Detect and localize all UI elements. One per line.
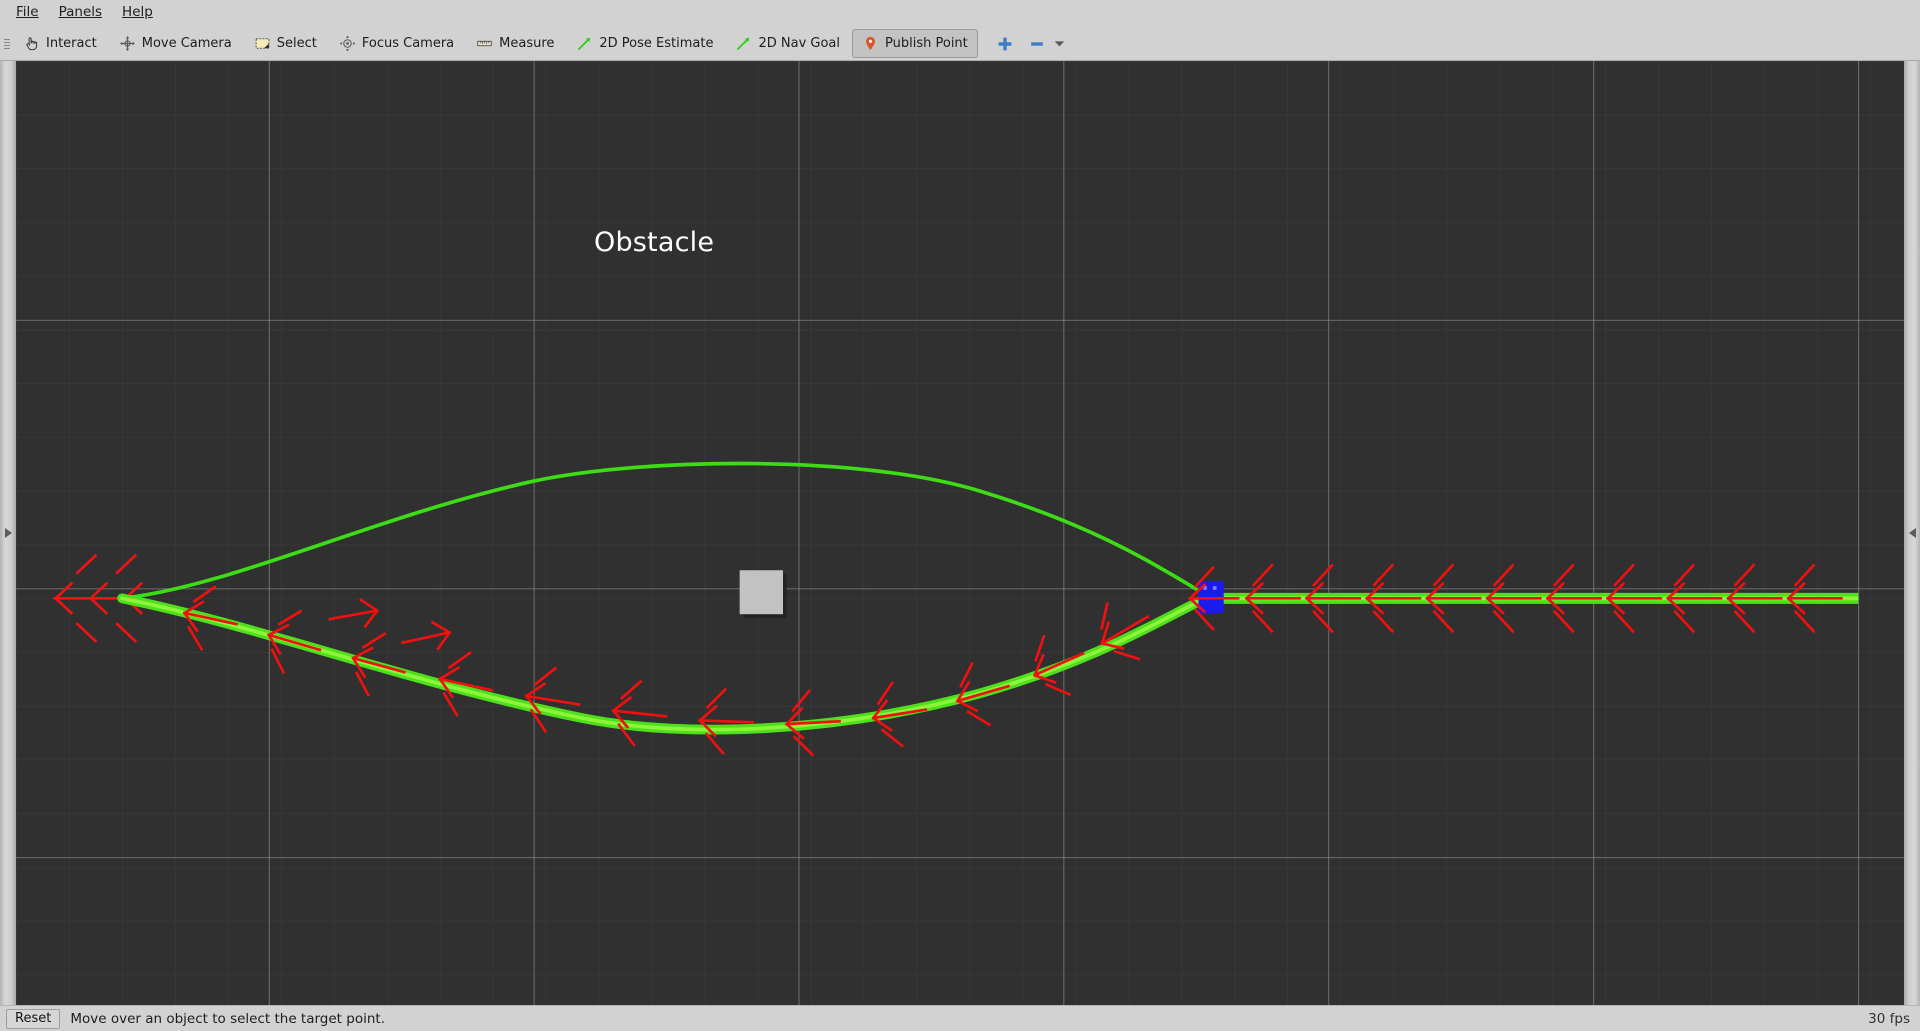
fps-counter: 30 fps	[1868, 1010, 1910, 1027]
green-arrow-icon	[578, 37, 591, 50]
expand-right-panel-icon	[1908, 528, 1916, 538]
toolbar-drag-handle[interactable]	[2, 33, 12, 55]
robot-marker-highlight-2	[1212, 586, 1217, 590]
tool-move-camera-label: Move Camera	[141, 36, 232, 51]
remove-tool-button[interactable]	[1023, 30, 1051, 58]
status-bar: Reset Move over an object to select the …	[0, 1005, 1920, 1031]
status-message: Move over an object to select the target…	[70, 1010, 385, 1027]
right-panel-splitter[interactable]	[1904, 61, 1920, 1005]
move-camera-icon	[119, 36, 135, 51]
tool-focus-camera[interactable]: Focus Camera	[329, 29, 464, 58]
ruler-icon	[477, 40, 492, 47]
tool-interact[interactable]: Interact	[13, 29, 107, 58]
obstacle-box	[739, 570, 783, 615]
tool-interact-label: Interact	[46, 36, 97, 51]
left-panel-splitter[interactable]	[0, 61, 16, 1005]
render-view-canvas	[16, 61, 1904, 1005]
minus-icon	[1030, 41, 1043, 46]
tool-select[interactable]: Select	[244, 29, 327, 58]
tool-publish-point[interactable]: Publish Point	[852, 29, 978, 58]
tool-2d-pose-estimate-label: 2D Pose Estimate	[599, 36, 714, 51]
menu-file-label: File	[16, 4, 39, 21]
focus-camera-icon	[339, 35, 356, 52]
hand-pointer-icon	[26, 37, 38, 51]
plus-icon	[998, 37, 1012, 50]
tool-focus-camera-label: Focus Camera	[361, 36, 455, 51]
rviz-window: File Panels Help Interact Move Camera Se…	[0, 0, 1920, 1031]
map-pin-icon	[866, 36, 876, 51]
menu-help[interactable]: Help	[112, 3, 163, 23]
menu-panels-label: Panels	[58, 4, 103, 21]
chevron-down-icon	[1055, 41, 1065, 47]
reset-button[interactable]: Reset	[6, 1008, 61, 1029]
center-area: Obstacle	[0, 61, 1920, 1005]
tool-2d-pose-estimate[interactable]: 2D Pose Estimate	[566, 29, 723, 58]
menu-file[interactable]: File	[6, 3, 49, 23]
tool-measure-label: Measure	[499, 36, 555, 51]
menu-help-label: Help	[122, 4, 153, 21]
tool-2d-nav-goal-label: 2D Nav Goal	[758, 36, 841, 51]
green-arrow-icon	[737, 37, 750, 50]
tool-move-camera[interactable]: Move Camera	[109, 29, 242, 58]
tool-publish-point-label: Publish Point	[885, 36, 968, 51]
render-view-3d[interactable]: Obstacle	[16, 61, 1904, 1005]
tool-measure[interactable]: Measure	[466, 29, 564, 58]
toolbar-overflow-button[interactable]	[1053, 31, 1067, 57]
viewport-major-grid	[16, 61, 1904, 1005]
tool-2d-nav-goal[interactable]: 2D Nav Goal	[725, 29, 850, 58]
selection-rectangle-icon	[255, 38, 270, 49]
menu-panels[interactable]: Panels	[49, 3, 112, 23]
menu-bar: File Panels Help	[0, 0, 1920, 27]
add-tool-button[interactable]	[991, 30, 1019, 58]
tool-select-label: Select	[276, 36, 317, 51]
tool-bar: Interact Move Camera Select Focus Camera…	[0, 27, 1920, 61]
expand-left-panel-icon	[4, 528, 12, 538]
